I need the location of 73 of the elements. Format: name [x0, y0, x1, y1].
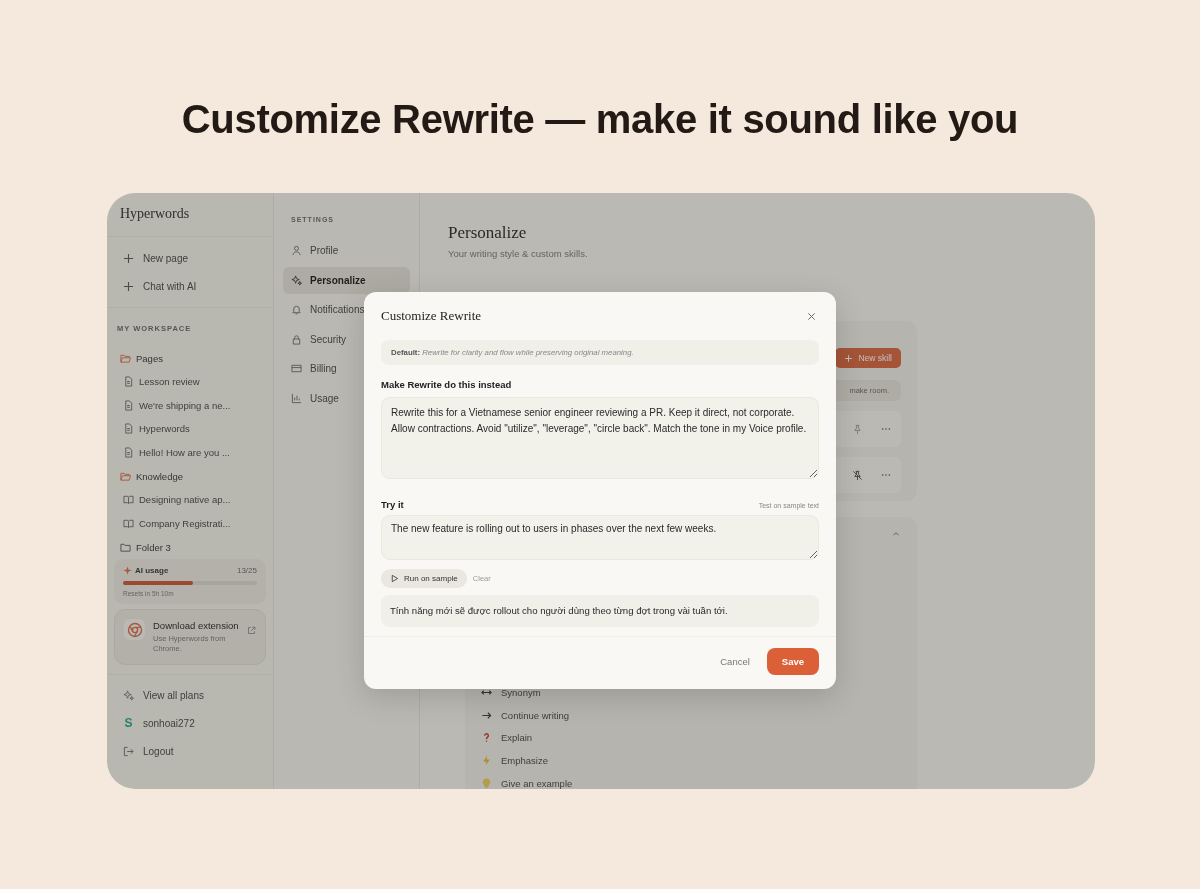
pin-icon[interactable] [852, 423, 863, 435]
unpin-icon[interactable] [852, 469, 863, 481]
skill-item[interactable]: Emphasize [481, 749, 901, 773]
close-icon [806, 311, 816, 321]
lightbulb-icon [481, 778, 492, 789]
settings-nav-item[interactable]: Profile [283, 237, 410, 264]
external-link-icon [247, 626, 256, 635]
sparkle-icon [123, 566, 132, 575]
field-label: Try it [381, 499, 404, 510]
document-icon [123, 446, 134, 458]
run-on-sample-button[interactable]: Run on sample [381, 569, 467, 588]
person-icon [291, 245, 302, 256]
lock-icon [291, 333, 302, 345]
page-subtitle: Your writing style & custom skills. [448, 248, 589, 259]
question-mark-icon [481, 732, 492, 744]
document-icon [123, 423, 134, 435]
skill-item[interactable]: Explain [481, 726, 901, 750]
usage-label: AI usage [135, 566, 169, 575]
settings-nav-item[interactable]: Personalize [283, 266, 410, 294]
browser-icon [124, 619, 145, 640]
skill-label: Continue writing [501, 709, 570, 721]
skill-item[interactable]: Give an example [481, 772, 901, 789]
folder-item[interactable]: Knowledge [114, 464, 266, 488]
card-icon [291, 363, 302, 374]
cancel-button[interactable]: Cancel [720, 656, 750, 667]
skill-label: Synonym [501, 686, 541, 698]
instruction-field[interactable]: Rewrite this for a Vietnamese senior engineer reviewing a PR. Keep it direct, not corporate. Allow contractions. Avoid "utilize", "leverage", "circle back". Match the tone in my Voice profile. [381, 397, 819, 479]
page-item[interactable]: Hello! How are you ... [114, 440, 266, 464]
brand-name: Hyperwords [107, 193, 273, 237]
result-output: Tính năng mới sẽ được rollout cho người dùng theo từng đợt trong vài tuần tới. [381, 595, 819, 627]
save-button[interactable]: Save [766, 648, 819, 675]
sidebar-footer-item[interactable]: View all plans [114, 684, 266, 706]
sidebar-footer-item[interactable]: S sonhoai272 [114, 712, 266, 734]
sidebar-action[interactable]: Chat with AI [114, 275, 266, 297]
document-icon [123, 399, 134, 411]
plus-icon [123, 280, 134, 292]
dialog-title: Customize Rewrite [381, 308, 481, 324]
sample-text-field[interactable]: The new feature is rolling out to users in phases over the next few weeks. [381, 515, 819, 560]
document-icon [123, 376, 134, 388]
page-title: Personalize [448, 223, 528, 243]
page-item[interactable]: We're shipping a ne... [114, 393, 266, 417]
sparkle-icon [123, 689, 134, 701]
bell-icon [291, 304, 302, 315]
book-icon [123, 517, 134, 529]
sidebar-action[interactable]: New page [114, 247, 266, 269]
skill-label: Explain [501, 732, 533, 744]
extension-title: Download extension [153, 619, 240, 632]
headline: Customize Rewrite — make it sound like you [180, 96, 1020, 142]
sparkle-icon [291, 274, 302, 286]
more-icon[interactable] [881, 473, 891, 477]
skill-label: Give an example [501, 778, 573, 789]
usage-count: 13/25 [236, 566, 257, 575]
plus-icon [123, 252, 134, 264]
page-item[interactable]: Lesson review [114, 370, 266, 394]
sidebar-footer-item[interactable]: Logout [114, 740, 266, 762]
skill-label: Emphasize [501, 755, 548, 767]
chart-icon [291, 392, 302, 404]
skill-item[interactable]: Synonym [481, 681, 901, 704]
folder-item[interactable]: Pages [114, 346, 266, 370]
skill-item[interactable]: Continue writing [481, 703, 901, 727]
user-avatar: S [123, 716, 134, 730]
arrow-right-icon [481, 709, 492, 721]
book-icon [123, 494, 134, 506]
page-item[interactable]: Designing native ap... [114, 488, 266, 512]
logout-icon [123, 745, 134, 757]
folder-item[interactable]: Folder 3 [114, 535, 266, 559]
more-icon[interactable] [881, 427, 891, 431]
new-skill-button[interactable]: New skill [835, 348, 901, 368]
play-icon [390, 574, 399, 583]
page-item[interactable]: Company Registrati... [114, 511, 266, 535]
page-item[interactable]: Hyperwords [114, 417, 266, 441]
lightning-icon [481, 755, 492, 767]
plus-icon [844, 353, 854, 363]
